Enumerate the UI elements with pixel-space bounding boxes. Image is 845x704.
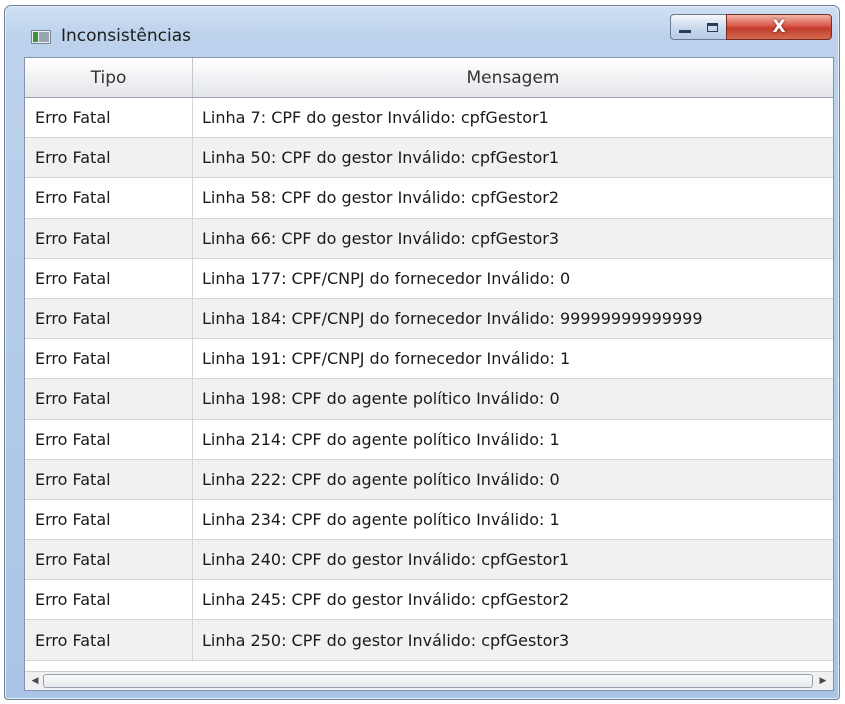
cell-tipo: Erro Fatal xyxy=(25,499,193,540)
inconsistencias-window: Inconsistências X Tipo Mensagem Erro Fat… xyxy=(4,5,840,700)
cell-mensagem: Linha 222: CPF do agente político Inváli… xyxy=(202,469,560,489)
table-row[interactable]: Erro Fatal Linha 198: CPF do agente polít… xyxy=(25,379,833,420)
cell-tipo: Erro Fatal xyxy=(25,580,193,620)
table-row[interactable]: Erro Fatal Linha 222: CPF do agente polít… xyxy=(25,459,833,500)
table-row[interactable]: Erro Fatal Linha 50: CPF do gestor Inváli… xyxy=(25,138,833,179)
cell-tipo: Erro Fatal xyxy=(25,379,193,419)
table-row[interactable]: Erro Fatal Linha 245: CPF do gestor Invál… xyxy=(25,580,833,621)
table-row[interactable]: Erro Fatal Linha 177: CPF/CNPJ do fornece… xyxy=(25,258,833,299)
cell-mensagem: Linha 50: CPF do gestor Inválido: cpfGes… xyxy=(202,148,559,168)
table-row[interactable]: Erro Fatal Linha 7: CPF do gestor Inválid… xyxy=(25,98,833,139)
table-row[interactable]: Erro Fatal Linha 214: CPF do agente polít… xyxy=(25,419,833,460)
cell-mensagem: Linha 184: CPF/CNPJ do fornecedor Inváli… xyxy=(202,309,703,329)
cell-tipo: Erro Fatal xyxy=(25,419,193,459)
cell-tipo: Erro Fatal xyxy=(25,540,193,580)
app-window-icon xyxy=(31,30,51,44)
window-title: Inconsistências xyxy=(61,26,191,46)
cell-mensagem: Linha 58: CPF do gestor Inválido: cpfGes… xyxy=(202,188,559,208)
cell-mensagem: Linha 66: CPF do gestor Inválido: cpfGes… xyxy=(202,228,559,248)
minimize-button[interactable] xyxy=(670,14,700,40)
table-row[interactable]: Erro Fatal Linha 191: CPF/CNPJ do fornece… xyxy=(25,339,833,380)
minimize-icon xyxy=(679,29,691,33)
cell-tipo: Erro Fatal xyxy=(25,218,193,258)
horizontal-scrollbar[interactable]: ◀ ▶ xyxy=(25,671,833,690)
cell-mensagem: Linha 177: CPF/CNPJ do fornecedor Inváli… xyxy=(202,268,571,288)
table-row[interactable]: Erro Fatal Linha 184: CPF/CNPJ do fornece… xyxy=(25,298,833,340)
close-icon: X xyxy=(772,17,786,37)
cell-tipo: Erro Fatal xyxy=(25,459,193,499)
cell-mensagem: Linha 7: CPF do gestor Inválido: cpfGest… xyxy=(202,108,549,128)
cell-tipo: Erro Fatal xyxy=(25,98,193,138)
cell-tipo: Erro Fatal xyxy=(25,620,193,660)
cell-tipo: Erro Fatal xyxy=(25,178,193,218)
table-row[interactable]: Erro Fatal Linha 250: CPF do gestor Invál… xyxy=(25,620,833,661)
cell-mensagem: Linha 214: CPF do agente político Inváli… xyxy=(202,429,560,449)
table-row[interactable]: Erro Fatal Linha 240: CPF do gestor Invál… xyxy=(25,540,833,581)
column-header-mensagem[interactable]: Mensagem xyxy=(193,58,833,97)
maximize-button[interactable] xyxy=(699,14,727,40)
table-row[interactable]: Erro Fatal Linha 234: CPF do agente polít… xyxy=(25,499,833,541)
cell-tipo: Erro Fatal xyxy=(25,138,193,178)
inconsistencias-table: Tipo Mensagem Erro Fatal Linha 7: CPF do … xyxy=(24,57,834,691)
maximize-icon xyxy=(707,22,718,32)
scroll-right-icon[interactable]: ▶ xyxy=(815,673,831,689)
scrollbar-thumb[interactable] xyxy=(43,674,813,688)
cell-mensagem: Linha 250: CPF do gestor Inválido: cpfGe… xyxy=(202,630,570,650)
cell-mensagem: Linha 240: CPF do gestor Inválido: cpfGe… xyxy=(202,550,570,570)
cell-mensagem: Linha 191: CPF/CNPJ do fornecedor Inváli… xyxy=(202,349,571,369)
cell-tipo: Erro Fatal xyxy=(25,339,193,379)
cell-tipo: Erro Fatal xyxy=(25,258,193,298)
cell-mensagem: Linha 245: CPF do gestor Inválido: cpfGe… xyxy=(202,590,570,610)
table-body: Erro Fatal Linha 7: CPF do gestor Inválid… xyxy=(25,98,833,661)
column-header-tipo[interactable]: Tipo xyxy=(25,58,193,97)
cell-mensagem: Linha 234: CPF do agente político Inváli… xyxy=(202,509,560,529)
close-button[interactable]: X xyxy=(726,14,832,40)
cell-mensagem: Linha 198: CPF do agente político Inváli… xyxy=(202,389,560,409)
scroll-left-icon[interactable]: ◀ xyxy=(27,673,43,689)
table-header: Tipo Mensagem xyxy=(25,58,833,98)
table-row[interactable]: Erro Fatal Linha 58: CPF do gestor Inváli… xyxy=(25,178,833,219)
cell-tipo: Erro Fatal xyxy=(25,298,193,339)
title-bar[interactable]: Inconsistências X xyxy=(5,6,839,56)
table-row[interactable]: Erro Fatal Linha 66: CPF do gestor Inváli… xyxy=(25,218,833,259)
